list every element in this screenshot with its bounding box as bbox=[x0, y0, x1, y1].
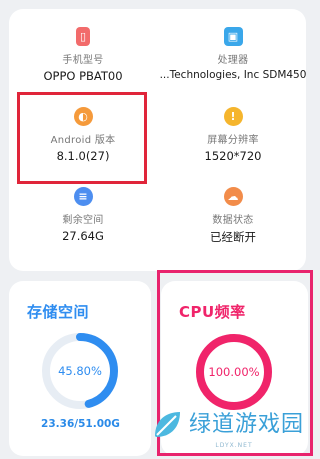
leaf-logo-icon bbox=[155, 412, 180, 437]
data-status-value: 已经断开 bbox=[210, 230, 256, 244]
watermark: 绿道游戏园 LDYX.NET bbox=[150, 403, 318, 449]
android-version-highlight bbox=[17, 92, 147, 184]
free-space-item: ≡ 剩余空间 27.64G bbox=[9, 187, 157, 243]
phone-icon: ▯ bbox=[76, 27, 90, 46]
storage-gauge: 45.80% bbox=[40, 331, 120, 411]
chip-icon: ▣ bbox=[223, 27, 243, 46]
free-space-label: 剩余空间 bbox=[62, 215, 104, 226]
cloud-icon: ☁ bbox=[223, 187, 243, 206]
data-status-label: 数据状态 bbox=[212, 215, 254, 226]
data-status-item: ☁ 数据状态 已经断开 bbox=[159, 187, 307, 245]
sliders-icon: ≡ bbox=[73, 187, 93, 206]
resolution-label: 屏幕分辨率 bbox=[207, 135, 259, 146]
model-item: ▯ 手机型号 OPPO PBAT00 bbox=[9, 27, 157, 83]
watermark-text: 绿道游戏园 bbox=[189, 412, 305, 437]
device-info-screen: ▯ 手机型号 OPPO PBAT00 ▣ 处理器 ...Technologies… bbox=[0, 0, 320, 459]
model-label: 手机型号 bbox=[62, 55, 104, 66]
free-space-value: 27.64G bbox=[62, 229, 104, 243]
resolution-item: ! 屏幕分辨率 1520*720 bbox=[159, 107, 307, 163]
storage-title: 存储空间 bbox=[27, 303, 90, 321]
storage-percent: 45.80% bbox=[58, 364, 102, 378]
storage-card[interactable]: 存储空间 45.80% 23.36/51.00G bbox=[9, 281, 151, 456]
watermark-sub: LDYX.NET bbox=[215, 442, 253, 449]
processor-label: 处理器 bbox=[217, 55, 249, 66]
processor-value: ...Technologies, Inc SDM450 bbox=[159, 69, 307, 81]
display-icon: ! bbox=[223, 107, 243, 126]
storage-used: 23.36/51.00G bbox=[41, 418, 120, 430]
processor-item: ▣ 处理器 ...Technologies, Inc SDM450 bbox=[159, 27, 307, 81]
model-value: OPPO PBAT00 bbox=[43, 69, 123, 83]
resolution-value: 1520*720 bbox=[204, 149, 262, 163]
